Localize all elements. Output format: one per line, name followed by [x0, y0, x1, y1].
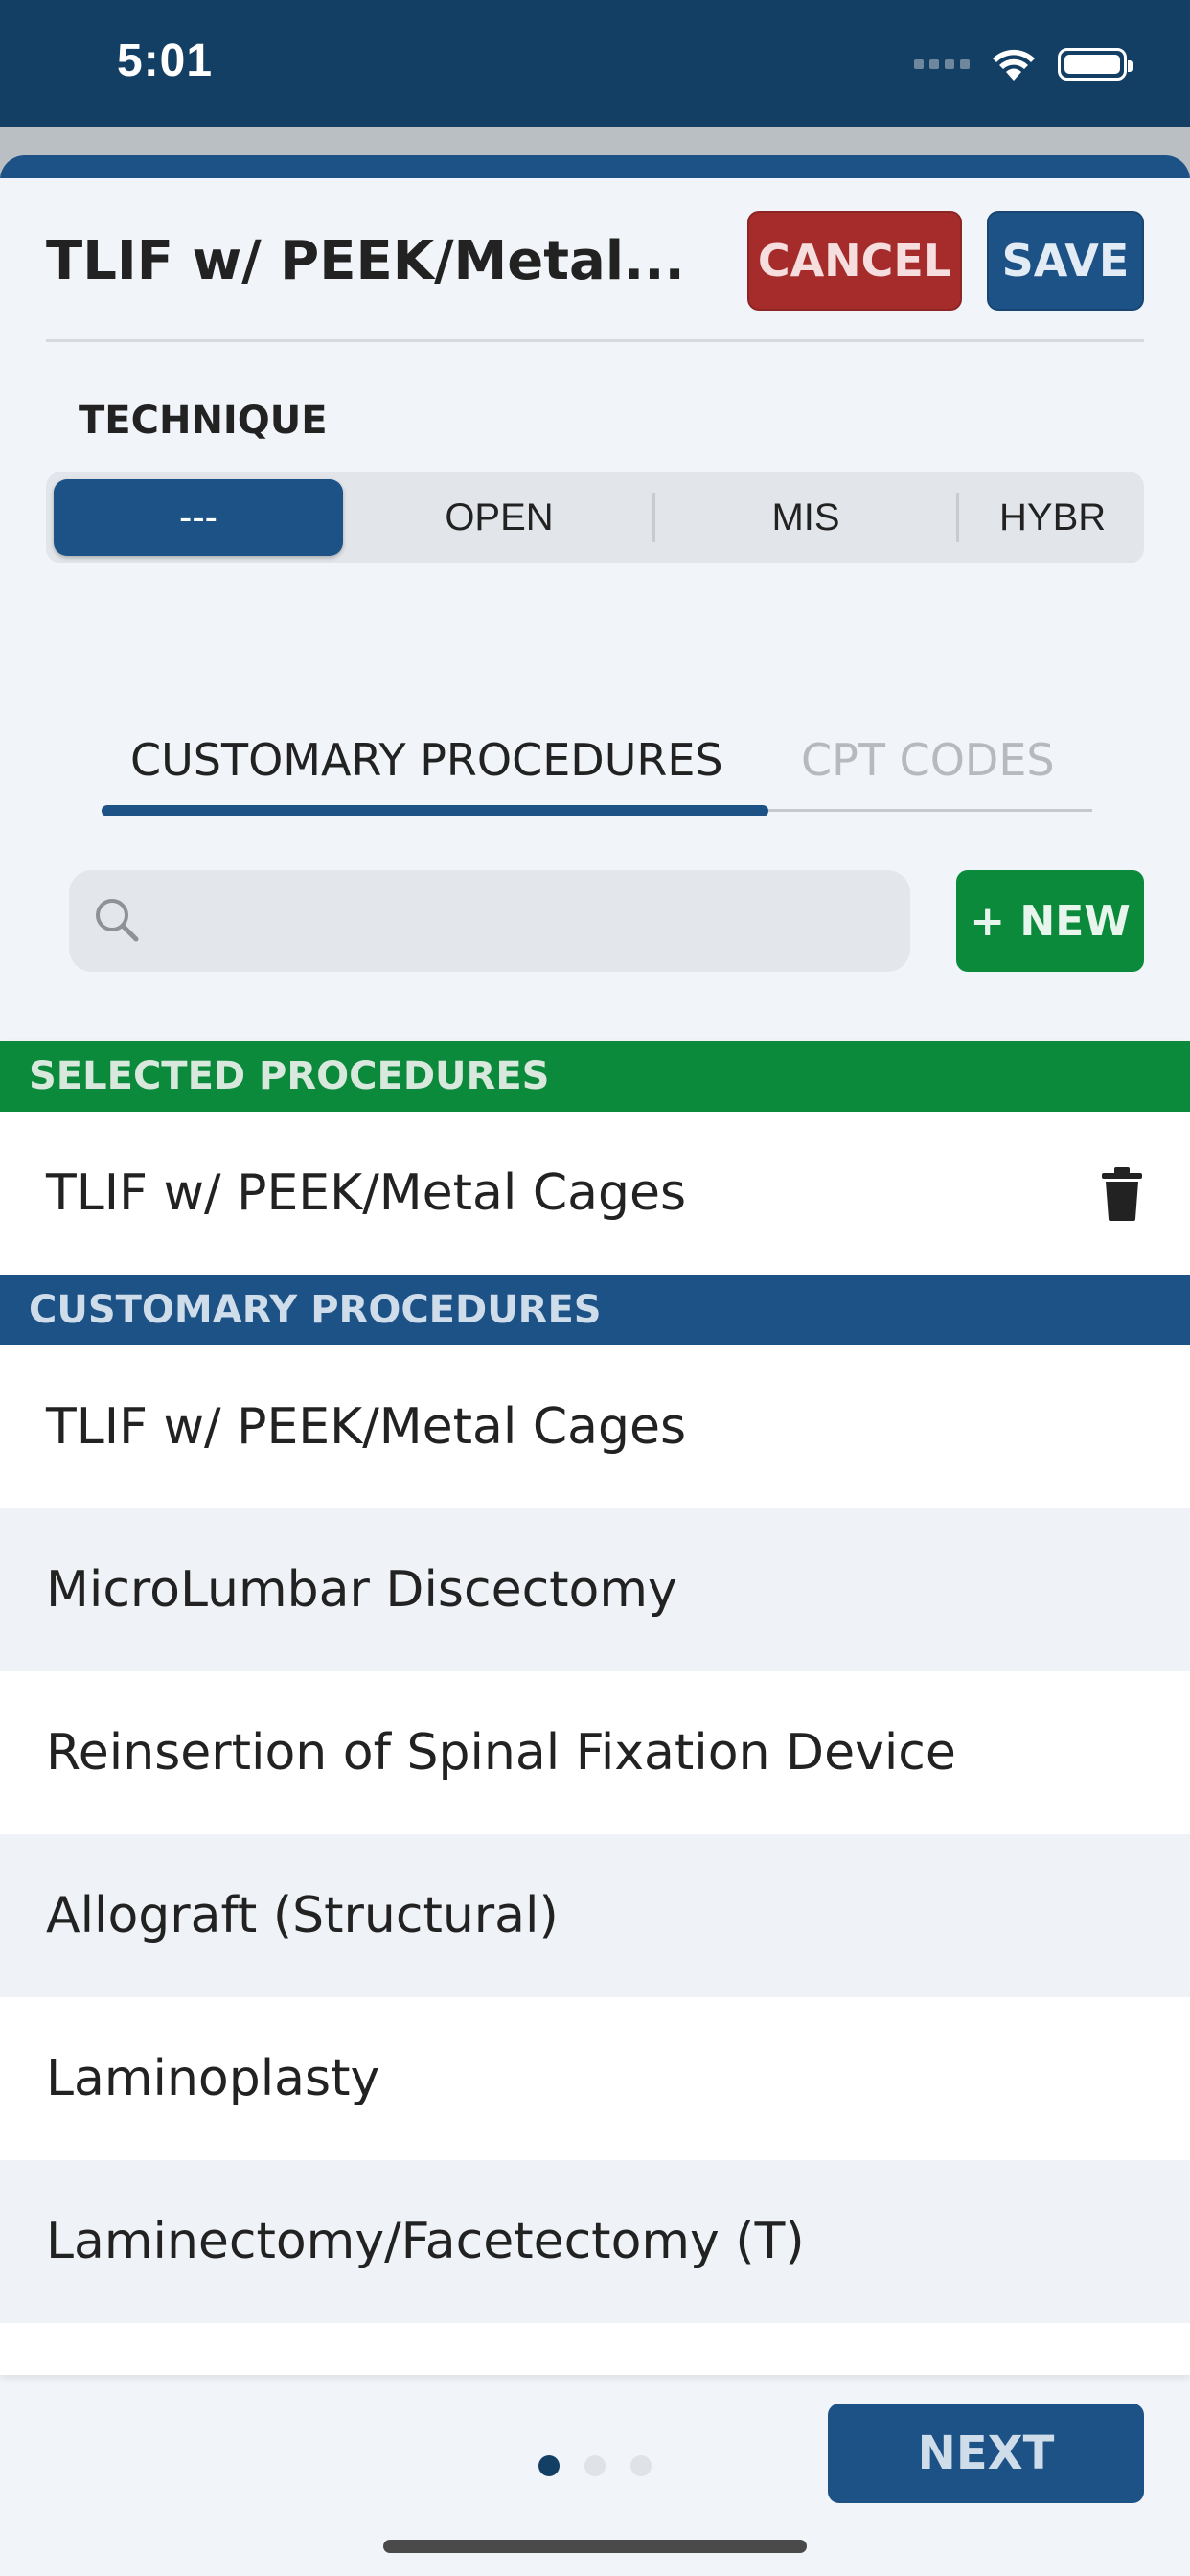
procedure-sheet: TLIF w/ PEEK/Metal... CANCEL SAVE TECHNI…: [0, 178, 1190, 2576]
list-item[interactable]: Reinsertion of Spinal Fixation Device: [0, 1671, 1190, 1834]
list-item[interactable]: Allograft (Structural): [0, 1834, 1190, 1997]
tab-customary-procedures[interactable]: CUSTOMARY PROCEDURES: [130, 734, 723, 786]
list-item[interactable]: Laminoplasty: [0, 1997, 1190, 2160]
search-input[interactable]: [69, 870, 910, 972]
trash-icon[interactable]: [1100, 1167, 1144, 1221]
wifi-icon: [993, 49, 1035, 80]
cellular-signal-icon: [914, 59, 970, 69]
customary-procedures-header: CUSTOMARY PROCEDURES: [0, 1275, 1190, 1346]
header-divider: [46, 339, 1144, 342]
technique-segmented-control[interactable]: --- OPEN MIS HYBR: [46, 472, 1144, 564]
search-icon: [96, 899, 139, 942]
technique-label: TECHNIQUE: [79, 399, 328, 443]
tab-active-indicator: [102, 805, 768, 816]
status-indicators: [914, 46, 1133, 82]
page-dot-1: [538, 2455, 560, 2476]
home-indicator[interactable]: [383, 2540, 807, 2553]
next-button[interactable]: NEXT: [828, 2404, 1144, 2503]
status-time: 5:01: [117, 35, 214, 86]
page-dot-3: [630, 2455, 652, 2476]
technique-option-mis[interactable]: MIS: [655, 472, 956, 564]
save-button[interactable]: SAVE: [987, 211, 1144, 310]
technique-option-hybrid[interactable]: HYBR: [959, 472, 1144, 564]
page-dot-2: [584, 2455, 606, 2476]
selected-procedure-label: TLIF w/ PEEK/Metal Cages: [46, 1164, 687, 1222]
status-bar: 5:01: [0, 0, 1190, 126]
battery-icon: [1058, 48, 1133, 80]
page-title: TLIF w/ PEEK/Metal...: [46, 230, 685, 292]
procedure-list: SELECTED PROCEDURES TLIF w/ PEEK/Metal C…: [0, 1041, 1190, 2375]
cancel-button[interactable]: CANCEL: [747, 211, 962, 310]
list-item[interactable]: MicroLumbar Discectomy: [0, 1508, 1190, 1671]
list-item[interactable]: TLIF w/ PEEK/Metal Cages: [0, 1346, 1190, 1508]
tab-cpt-codes[interactable]: CPT CODES: [801, 734, 1055, 786]
selected-procedures-header: SELECTED PROCEDURES: [0, 1041, 1190, 1112]
new-procedure-button[interactable]: + NEW: [956, 870, 1144, 972]
page-indicator: [538, 2455, 652, 2476]
technique-option-none[interactable]: ---: [54, 479, 343, 556]
list-item[interactable]: Laminectomy/Facetectomy (T): [0, 2160, 1190, 2323]
selected-procedure-row[interactable]: TLIF w/ PEEK/Metal Cages: [0, 1112, 1190, 1275]
technique-option-open[interactable]: OPEN: [351, 472, 648, 564]
